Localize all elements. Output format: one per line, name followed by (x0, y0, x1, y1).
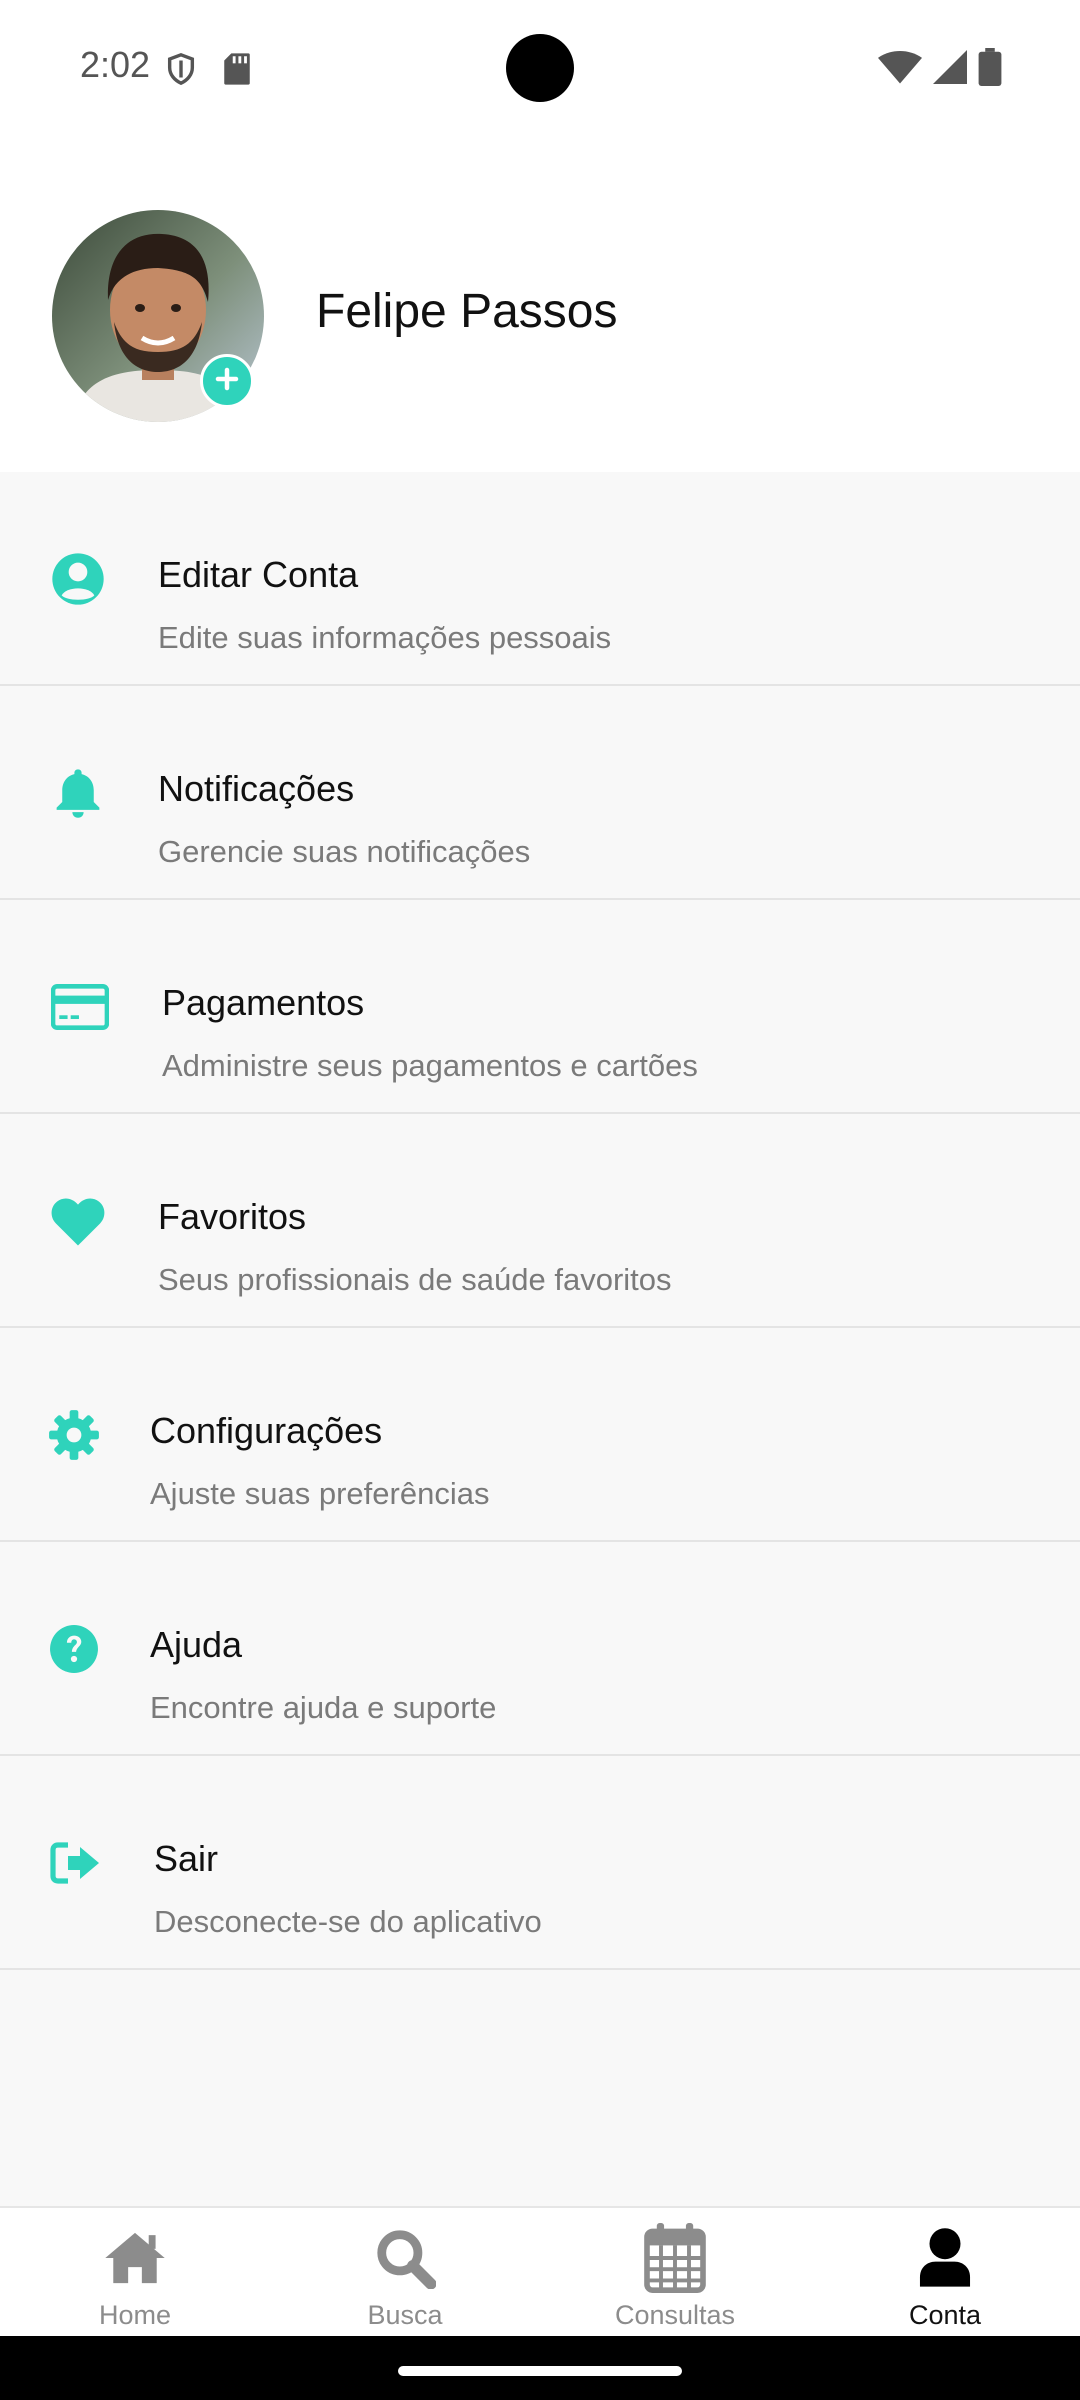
nav-item-conta[interactable]: Conta (810, 2208, 1080, 2338)
menu-item-configuracoes[interactable]: Configurações Ajuste suas preferências (0, 1328, 1080, 1542)
wifi-icon (878, 50, 922, 89)
profile-header: Felipe Passos (0, 134, 1080, 472)
menu-item-subtitle: Administre seus pagamentos e cartões (162, 1048, 698, 1083)
battery-icon (978, 48, 1002, 91)
nav-label: Home (98, 2300, 172, 2330)
nav-label: Busca (367, 2300, 443, 2330)
menu-item-favoritos[interactable]: Favoritos Seus profissionais de saúde fa… (0, 1114, 1080, 1328)
menu-item-ajuda[interactable]: Ajuda Encontre ajuda e suporte (0, 1542, 1080, 1756)
plus-icon (215, 367, 239, 396)
user-icon (810, 2222, 1080, 2294)
account-menu: Editar Conta Edite suas informações pess… (0, 472, 1080, 1970)
heart-icon (48, 1191, 108, 1251)
credit-card-icon (50, 977, 110, 1037)
menu-item-subtitle: Desconecte-se do aplicativo (154, 1904, 542, 1939)
home-indicator[interactable] (398, 2366, 682, 2376)
menu-item-editar-conta[interactable]: Editar Conta Edite suas informações pess… (0, 472, 1080, 686)
bell-icon (48, 763, 108, 823)
help-circle-icon (44, 1619, 104, 1679)
add-photo-button[interactable] (200, 354, 254, 408)
menu-item-subtitle: Seus profissionais de saúde favoritos (158, 1262, 672, 1297)
menu-item-subtitle: Edite suas informações pessoais (158, 620, 612, 655)
gear-icon (44, 1405, 104, 1465)
menu-item-pagamentos[interactable]: Pagamentos Administre seus pagamentos e … (0, 900, 1080, 1114)
nav-label: Consultas (614, 2300, 736, 2330)
calendar-icon (540, 2222, 810, 2294)
nav-item-home[interactable]: Home (0, 2208, 270, 2338)
status-left-icons (164, 50, 252, 93)
cell-signal-icon (932, 50, 968, 89)
status-bar: 2:02 (0, 0, 1080, 134)
menu-item-sair[interactable]: Sair Desconecte-se do aplicativo (0, 1756, 1080, 1970)
nav-item-consultas[interactable]: Consultas (540, 2208, 810, 2338)
bottom-nav: Home Busca Consultas Conta (0, 2206, 1080, 2336)
nav-item-busca[interactable]: Busca (270, 2208, 540, 2338)
menu-item-title: Ajuda (150, 1624, 243, 1665)
avatar-container[interactable] (52, 210, 264, 422)
status-time: 2:02 (80, 44, 151, 85)
nav-label: Conta (908, 2300, 982, 2330)
menu-item-subtitle: Gerencie suas notificações (158, 834, 531, 869)
menu-item-notificacoes[interactable]: Notificações Gerencie suas notificações (0, 686, 1080, 900)
menu-item-title: Sair (154, 1838, 219, 1879)
menu-item-title: Pagamentos (162, 982, 365, 1023)
camera-cutout (506, 34, 574, 102)
menu-item-title: Favoritos (158, 1196, 307, 1237)
menu-item-subtitle: Encontre ajuda e suporte (150, 1690, 497, 1725)
shield-icon (164, 50, 198, 93)
account-circle-icon (48, 549, 108, 609)
home-icon (0, 2222, 270, 2294)
logout-icon (46, 1833, 106, 1893)
sd-card-icon (222, 52, 252, 91)
menu-item-title: Editar Conta (158, 554, 359, 595)
menu-item-subtitle: Ajuste suas preferências (150, 1476, 490, 1511)
status-right-icons (878, 48, 1002, 91)
menu-item-title: Notificações (158, 768, 355, 809)
menu-item-title: Configurações (150, 1410, 383, 1451)
profile-name: Felipe Passos (316, 285, 618, 338)
search-icon (270, 2222, 540, 2294)
